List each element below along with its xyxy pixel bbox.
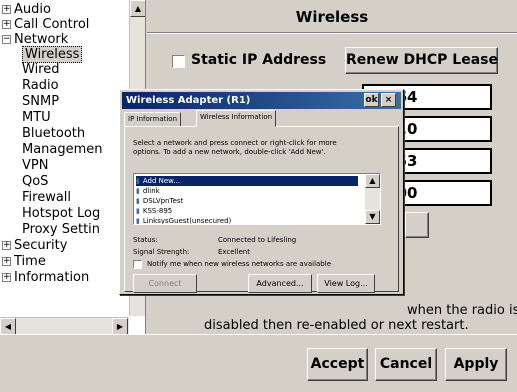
wireless-adapter-dialog: Wireless Adapter (R1) ok × IP Informatio… [119, 89, 404, 295]
signal-strength-label: Signal Strength: [133, 248, 190, 256]
notify-networks-label: Notify me when new wireless networks are… [147, 260, 332, 268]
network-list-scrollbar[interactable]: ▲ ▼ [365, 174, 380, 224]
expand-audio-icon[interactable]: + [2, 5, 11, 14]
tree-item-qos[interactable]: QoS [22, 174, 48, 189]
network-list[interactable]: ▮ Add New... ▮ dlink ▮ DSLVpnTest ▮ KSS-895 … [133, 173, 381, 225]
expand-call-control-icon[interactable]: + [2, 20, 11, 29]
tree-item-management[interactable]: Managemen [22, 142, 103, 157]
instructions-line2: options. To add a new network, double-cl… [133, 148, 326, 156]
instructions-line1: Select a network and press connect or ri… [133, 139, 337, 147]
apply-button[interactable]: Apply [445, 348, 507, 381]
tree-item-time[interactable]: Time [14, 254, 46, 269]
tree-item-mtu[interactable]: MTU [22, 110, 51, 125]
tree-item-audio[interactable]: Audio [14, 2, 51, 17]
collapse-network-icon[interactable]: − [2, 35, 11, 44]
title-divider [147, 32, 517, 34]
restart-note-line2: disabled then re-enabled or next restart… [204, 318, 469, 333]
tree-item-wireless[interactable]: Wireless [22, 46, 83, 63]
network-item[interactable]: ▮ KSS-895 [136, 206, 358, 216]
network-item[interactable]: ▮ Add New... [136, 176, 358, 186]
expand-time-icon[interactable]: + [2, 257, 11, 266]
tree-item-bluetooth[interactable]: Bluetooth [22, 126, 85, 141]
network-icon: ▮ [136, 207, 140, 215]
partial-button[interactable] [405, 212, 429, 238]
tree-item-call-control[interactable]: Call Control [14, 17, 89, 32]
tab-ip-information[interactable]: IP Information [124, 112, 182, 127]
network-name: Add New... [142, 177, 180, 185]
restart-note-line1: when the radio is [407, 303, 517, 318]
tree-item-hotspot-log[interactable]: Hotspot Log [22, 206, 100, 221]
scroll-up-icon[interactable]: ▲ [130, 0, 145, 17]
scroll-right-icon[interactable]: ▶ [112, 318, 128, 334]
scroll-up-icon[interactable]: ▲ [365, 174, 380, 188]
network-icon: ▮ [136, 177, 140, 185]
network-icon: ▮ [136, 187, 140, 195]
tree-item-radio[interactable]: Radio [22, 78, 59, 93]
network-name: DSLVpnTest [142, 197, 184, 205]
page-title: Wireless [295, 8, 369, 26]
expand-security-icon[interactable]: + [2, 241, 11, 250]
dialog-close-icon[interactable]: × [381, 93, 396, 107]
network-item[interactable]: ▮ dlink [136, 186, 358, 196]
static-ip-checkbox[interactable] [172, 55, 185, 68]
status-label: Status: [133, 236, 158, 244]
status-value: Connected to Lifesling [218, 236, 297, 244]
connect-button[interactable]: Connect [133, 274, 197, 293]
dialog-titlebar: Wireless Adapter (R1) ok × [122, 92, 401, 109]
scroll-down-icon[interactable]: ▼ [365, 210, 380, 224]
dialog-title: Wireless Adapter (R1) [126, 95, 251, 106]
network-item[interactable]: ▮ LinksysGuest(unsecured) [136, 216, 358, 225]
network-name: KSS-895 [142, 207, 173, 215]
cancel-button[interactable]: Cancel [375, 348, 437, 381]
expand-information-icon[interactable]: + [2, 273, 11, 282]
static-ip-label: Static IP Address [191, 52, 327, 68]
tree-item-vpn[interactable]: VPN [22, 158, 48, 173]
network-icon: ▮ [136, 197, 140, 205]
advanced-button[interactable]: Advanced... [248, 274, 312, 293]
notify-networks-checkbox[interactable] [133, 260, 142, 269]
renew-dhcp-button[interactable]: Renew DHCP Lease [345, 47, 498, 74]
tree-item-snmp[interactable]: SNMP [22, 94, 59, 109]
tree-item-firewall[interactable]: Firewall [22, 190, 71, 205]
tab-wireless-information[interactable]: Wireless Information [196, 110, 277, 127]
signal-strength-value: Excellent [218, 248, 250, 256]
network-name: LinksysGuest(unsecured) [142, 217, 232, 225]
dialog-ok-button[interactable]: ok [364, 93, 379, 107]
tree-item-information[interactable]: Information [14, 270, 89, 285]
tree-item-security[interactable]: Security [14, 238, 67, 253]
tree-item-proxy-settings[interactable]: Proxy Settin [22, 222, 100, 237]
network-icon: ▮ [136, 217, 140, 225]
tree-item-wired[interactable]: Wired [22, 62, 60, 77]
accept-button[interactable]: Accept [307, 348, 368, 381]
view-log-button[interactable]: View Log... [317, 274, 375, 293]
scroll-left-icon[interactable]: ◀ [0, 318, 16, 334]
network-name: dlink [142, 187, 160, 195]
tree-item-network[interactable]: Network [14, 32, 68, 47]
network-item[interactable]: ▮ DSLVpnTest [136, 196, 358, 206]
bottom-bar: Accept Cancel Apply [0, 334, 517, 392]
tree-horizontal-scrollbar[interactable]: ◀ ▶ [0, 317, 129, 334]
